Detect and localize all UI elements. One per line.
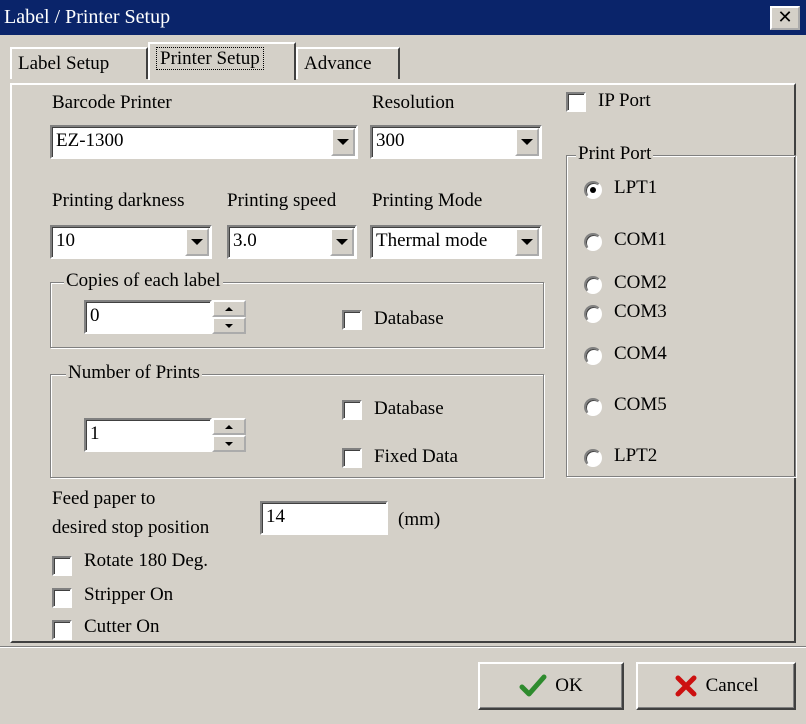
chevron-down-icon bbox=[521, 239, 533, 245]
feed-label-line1: Feed paper to bbox=[52, 488, 156, 509]
copies-input[interactable]: 0 bbox=[84, 300, 212, 334]
resolution-label: Resolution bbox=[372, 92, 455, 113]
speed-label: Printing speed bbox=[227, 190, 337, 211]
radio-com2[interactable] bbox=[584, 276, 602, 294]
spin-up-button[interactable] bbox=[212, 418, 246, 435]
copies-value: 0 bbox=[90, 305, 100, 326]
prints-stepper[interactable] bbox=[212, 418, 246, 452]
radio-com3[interactable] bbox=[584, 305, 602, 323]
copies-legend: Copies of each label bbox=[64, 270, 223, 292]
dropdown-button[interactable] bbox=[331, 128, 355, 156]
tab-label: Label Setup bbox=[18, 53, 110, 74]
mode-select[interactable]: Thermal mode bbox=[370, 225, 542, 259]
tab-advance[interactable]: Advance bbox=[296, 47, 400, 79]
cancel-label: Cancel bbox=[705, 675, 759, 696]
dropdown-button[interactable] bbox=[330, 228, 354, 256]
cancel-x-icon bbox=[675, 675, 697, 697]
ok-label: OK bbox=[555, 675, 583, 696]
radio-com3-label: COM3 bbox=[614, 301, 667, 322]
chevron-up-icon bbox=[225, 306, 233, 311]
rotate-checkbox[interactable] bbox=[52, 556, 72, 576]
radio-com5-label: COM5 bbox=[614, 394, 667, 415]
chevron-up-icon bbox=[225, 424, 233, 429]
radio-lpt1-label: LPT1 bbox=[614, 177, 658, 198]
darkness-select[interactable]: 10 bbox=[50, 225, 212, 259]
tab-label-setup[interactable]: Label Setup bbox=[10, 47, 148, 79]
cutter-label: Cutter On bbox=[84, 616, 160, 637]
speed-value: 3.0 bbox=[233, 230, 257, 251]
spin-down-button[interactable] bbox=[212, 435, 246, 452]
darkness-value: 10 bbox=[56, 230, 75, 251]
radio-com1[interactable] bbox=[584, 233, 602, 251]
chevron-down-icon bbox=[191, 239, 203, 245]
feed-value: 14 bbox=[266, 506, 285, 527]
prints-fixed-checkbox[interactable] bbox=[342, 448, 362, 468]
rotate-label: Rotate 180 Deg. bbox=[84, 550, 209, 571]
barcode-printer-select[interactable]: EZ-1300 bbox=[50, 125, 358, 159]
ip-port-checkbox[interactable] bbox=[566, 92, 586, 112]
tab-printer-setup[interactable]: Printer Setup bbox=[148, 42, 296, 80]
chevron-down-icon bbox=[336, 239, 348, 245]
feed-input[interactable]: 14 bbox=[260, 501, 388, 535]
mode-value: Thermal mode bbox=[376, 230, 488, 251]
close-icon: ✕ bbox=[777, 7, 793, 28]
barcode-printer-label: Barcode Printer bbox=[52, 92, 172, 113]
mode-label: Printing Mode bbox=[372, 190, 483, 211]
cancel-button[interactable]: Cancel bbox=[636, 662, 796, 710]
tab-label: Advance bbox=[304, 53, 372, 74]
checkmark-icon bbox=[519, 674, 547, 697]
ok-button[interactable]: OK bbox=[478, 662, 624, 710]
radio-lpt2-label: LPT2 bbox=[614, 445, 658, 466]
footer-separator bbox=[0, 646, 806, 648]
title-bar: Label / Printer Setup ✕ bbox=[0, 0, 806, 35]
dropdown-button[interactable] bbox=[515, 128, 539, 156]
feed-label-line2: desired stop position bbox=[52, 517, 210, 538]
radio-lpt1[interactable] bbox=[584, 181, 602, 199]
feed-unit-label: (mm) bbox=[398, 509, 441, 530]
ip-port-label: IP Port bbox=[598, 90, 651, 111]
chevron-down-icon bbox=[521, 139, 533, 145]
stripper-checkbox[interactable] bbox=[52, 588, 72, 608]
prints-legend: Number of Prints bbox=[66, 362, 202, 384]
prints-fixed-label: Fixed Data bbox=[374, 446, 458, 467]
cutter-checkbox[interactable] bbox=[52, 620, 72, 640]
spin-up-button[interactable] bbox=[212, 300, 246, 317]
radio-lpt2[interactable] bbox=[584, 449, 602, 467]
copies-database-label: Database bbox=[374, 308, 444, 329]
chevron-down-icon bbox=[225, 323, 233, 328]
barcode-printer-value: EZ-1300 bbox=[56, 130, 124, 151]
copies-database-checkbox[interactable] bbox=[342, 310, 362, 330]
prints-value: 1 bbox=[90, 423, 100, 444]
radio-com4-label: COM4 bbox=[614, 343, 667, 364]
chevron-down-icon bbox=[337, 139, 349, 145]
speed-select[interactable]: 3.0 bbox=[227, 225, 357, 259]
darkness-label: Printing darkness bbox=[52, 190, 185, 211]
stripper-label: Stripper On bbox=[84, 584, 174, 605]
radio-selected-dot bbox=[590, 187, 596, 193]
copies-stepper[interactable] bbox=[212, 300, 246, 334]
chevron-down-icon bbox=[225, 441, 233, 446]
window-title: Label / Printer Setup bbox=[4, 6, 171, 28]
close-button[interactable]: ✕ bbox=[770, 6, 800, 30]
resolution-value: 300 bbox=[376, 130, 405, 151]
radio-com2-label: COM2 bbox=[614, 272, 667, 293]
prints-input[interactable]: 1 bbox=[84, 418, 212, 452]
dropdown-button[interactable] bbox=[185, 228, 209, 256]
dropdown-button[interactable] bbox=[515, 228, 539, 256]
tab-label: Printer Setup bbox=[156, 47, 264, 70]
spin-down-button[interactable] bbox=[212, 317, 246, 334]
radio-com4[interactable] bbox=[584, 347, 602, 365]
resolution-select[interactable]: 300 bbox=[370, 125, 542, 159]
radio-com5[interactable] bbox=[584, 398, 602, 416]
prints-database-label: Database bbox=[374, 398, 444, 419]
prints-database-checkbox[interactable] bbox=[342, 400, 362, 420]
radio-com1-label: COM1 bbox=[614, 229, 667, 250]
print-port-legend: Print Port bbox=[576, 143, 654, 165]
